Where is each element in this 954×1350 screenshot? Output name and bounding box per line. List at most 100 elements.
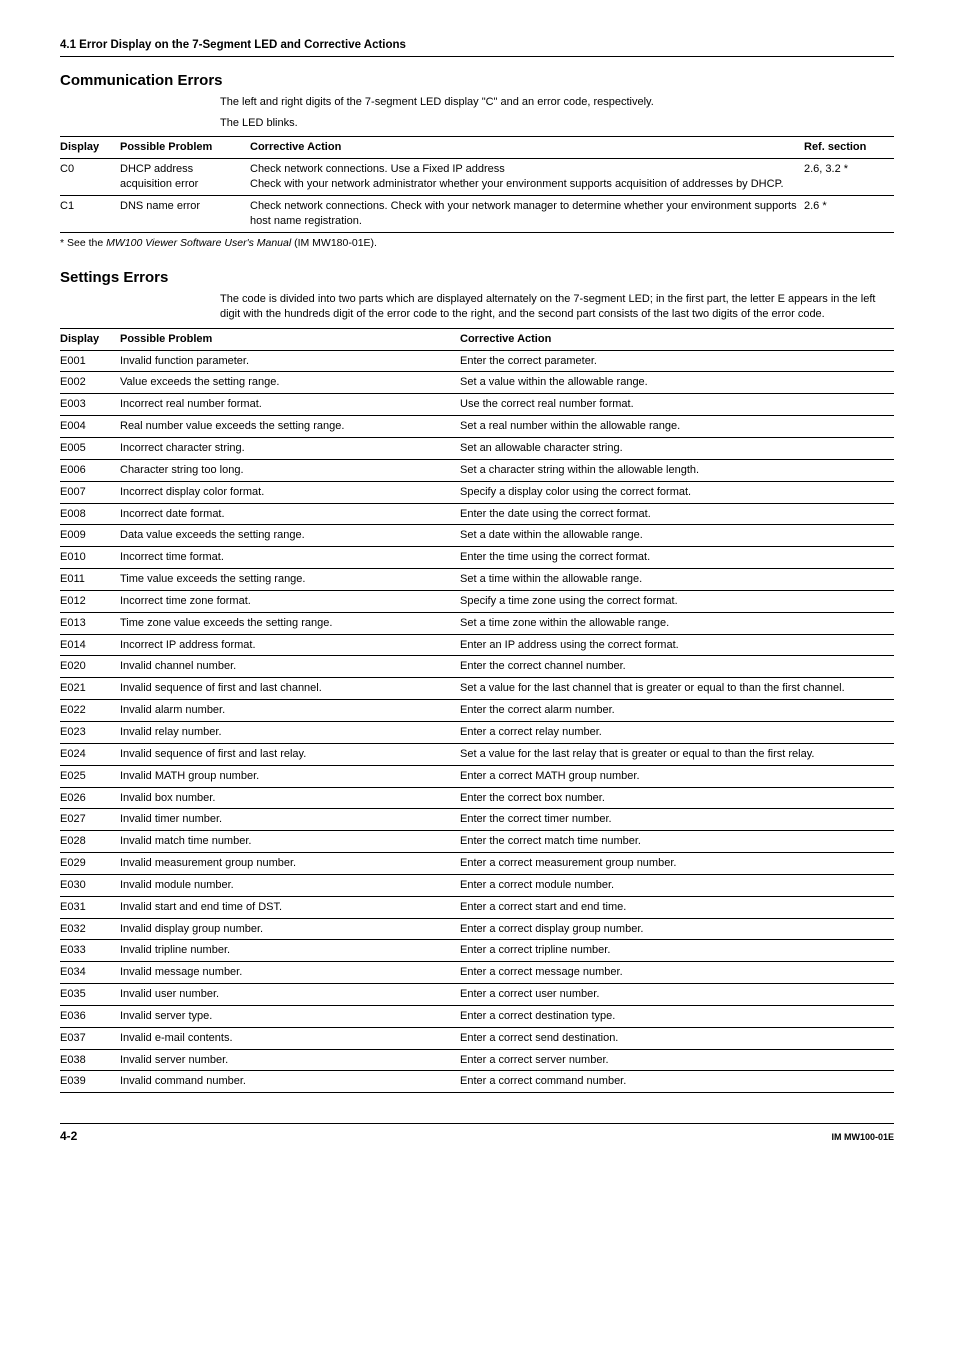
table-cell: E001 (60, 350, 120, 372)
table-row: E022Invalid alarm number.Enter the corre… (60, 700, 894, 722)
col-problem-header: Possible Problem (120, 137, 250, 159)
table-cell: E006 (60, 459, 120, 481)
table-cell: Incorrect character string. (120, 438, 460, 460)
table-cell: Enter a correct start and end time. (460, 896, 894, 918)
table-cell: DNS name error (120, 195, 250, 232)
page-number: 4-2 (60, 1128, 77, 1144)
table-row: E009Data value exceeds the setting range… (60, 525, 894, 547)
table-row: E008Incorrect date format.Enter the date… (60, 503, 894, 525)
table-cell: E032 (60, 918, 120, 940)
table-cell: E037 (60, 1027, 120, 1049)
table-cell: Set an allowable character string. (460, 438, 894, 460)
comm-errors-heading: Communication Errors (60, 71, 894, 91)
table-cell: E009 (60, 525, 120, 547)
table-row: E006Character string too long.Set a char… (60, 459, 894, 481)
table-cell: E010 (60, 547, 120, 569)
table-cell: Time zone value exceeds the setting rang… (120, 612, 460, 634)
col-problem-header: Possible Problem (120, 328, 460, 350)
table-cell: E024 (60, 743, 120, 765)
comm-errors-table: Display Possible Problem Corrective Acti… (60, 136, 894, 232)
section-header: 4.1 Error Display on the 7-Segment LED a… (60, 38, 894, 57)
table-cell: Data value exceeds the setting range. (120, 525, 460, 547)
table-row: E034Invalid message number.Enter a corre… (60, 962, 894, 984)
table-cell: Incorrect date format. (120, 503, 460, 525)
table-cell: Invalid e-mail contents. (120, 1027, 460, 1049)
comm-intro-2: The LED blinks. (220, 116, 894, 131)
table-cell: Invalid MATH group number. (120, 765, 460, 787)
table-row: E028Invalid match time number.Enter the … (60, 831, 894, 853)
table-cell: Invalid timer number. (120, 809, 460, 831)
table-cell: E035 (60, 984, 120, 1006)
table-cell: Invalid channel number. (120, 656, 460, 678)
table-row: E004Real number value exceeds the settin… (60, 416, 894, 438)
table-cell: Specify a display color using the correc… (460, 481, 894, 503)
table-row: E032Invalid display group number.Enter a… (60, 918, 894, 940)
table-cell: E023 (60, 721, 120, 743)
table-row: E010Incorrect time format.Enter the time… (60, 547, 894, 569)
table-row: C0DHCP address acquisition errorCheck ne… (60, 159, 894, 196)
table-row: E013Time zone value exceeds the setting … (60, 612, 894, 634)
table-cell: E011 (60, 569, 120, 591)
table-cell: E039 (60, 1071, 120, 1093)
comm-footnote: * See the MW100 Viewer Software User's M… (60, 236, 894, 250)
table-cell: Invalid measurement group number. (120, 853, 460, 875)
page-footer: 4-2 IM MW100-01E (60, 1123, 894, 1144)
table-cell: Set a value for the last relay that is g… (460, 743, 894, 765)
table-cell: Enter the correct box number. (460, 787, 894, 809)
table-cell: Character string too long. (120, 459, 460, 481)
table-cell: Enter a correct MATH group number. (460, 765, 894, 787)
table-row: E036Invalid server type.Enter a correct … (60, 1005, 894, 1027)
table-cell: Incorrect real number format. (120, 394, 460, 416)
table-row: E039Invalid command number.Enter a corre… (60, 1071, 894, 1093)
table-cell: Invalid relay number. (120, 721, 460, 743)
table-cell: Use the correct real number format. (460, 394, 894, 416)
table-cell: E014 (60, 634, 120, 656)
table-cell: Enter an IP address using the correct fo… (460, 634, 894, 656)
table-cell: E028 (60, 831, 120, 853)
table-cell: Enter a correct server number. (460, 1049, 894, 1071)
table-cell: E036 (60, 1005, 120, 1027)
table-cell: Invalid start and end time of DST. (120, 896, 460, 918)
table-cell: E013 (60, 612, 120, 634)
table-cell: Invalid module number. (120, 874, 460, 896)
table-cell: Set a time within the allowable range. (460, 569, 894, 591)
table-row: E031Invalid start and end time of DST.En… (60, 896, 894, 918)
table-row: E037Invalid e-mail contents.Enter a corr… (60, 1027, 894, 1049)
table-cell: Set a value within the allowable range. (460, 372, 894, 394)
table-cell: E021 (60, 678, 120, 700)
table-cell: Enter the correct timer number. (460, 809, 894, 831)
table-cell: Enter a correct measurement group number… (460, 853, 894, 875)
table-cell: Enter a correct message number. (460, 962, 894, 984)
table-row: E011Time value exceeds the setting range… (60, 569, 894, 591)
table-cell: E008 (60, 503, 120, 525)
table-cell: Set a value for the last channel that is… (460, 678, 894, 700)
table-cell: Set a time zone within the allowable ran… (460, 612, 894, 634)
table-cell: Enter a correct user number. (460, 984, 894, 1006)
table-row: E033Invalid tripline number.Enter a corr… (60, 940, 894, 962)
footnote-pre: * See the (60, 237, 106, 249)
col-action-header: Corrective Action (460, 328, 894, 350)
table-row: E024Invalid sequence of first and last r… (60, 743, 894, 765)
table-row: E025Invalid MATH group number.Enter a co… (60, 765, 894, 787)
table-cell: Invalid match time number. (120, 831, 460, 853)
table-cell: E020 (60, 656, 120, 678)
table-cell: Enter a correct relay number. (460, 721, 894, 743)
table-row: E027Invalid timer number.Enter the corre… (60, 809, 894, 831)
table-cell: Enter a correct tripline number. (460, 940, 894, 962)
col-action-header: Corrective Action (250, 137, 804, 159)
table-row: E007Incorrect display color format.Speci… (60, 481, 894, 503)
table-cell: Check network connections. Check with yo… (250, 195, 804, 232)
col-display-header: Display (60, 328, 120, 350)
table-cell: E012 (60, 590, 120, 612)
table-cell: Enter a correct command number. (460, 1071, 894, 1093)
footnote-post: (IM MW180-01E). (291, 237, 377, 249)
table-cell: Invalid server number. (120, 1049, 460, 1071)
table-cell: Enter a correct module number. (460, 874, 894, 896)
table-cell: Real number value exceeds the setting ra… (120, 416, 460, 438)
table-cell: Invalid server type. (120, 1005, 460, 1027)
table-cell: E029 (60, 853, 120, 875)
table-row: E014Incorrect IP address format.Enter an… (60, 634, 894, 656)
table-cell: E004 (60, 416, 120, 438)
table-cell: E022 (60, 700, 120, 722)
table-cell: Invalid alarm number. (120, 700, 460, 722)
